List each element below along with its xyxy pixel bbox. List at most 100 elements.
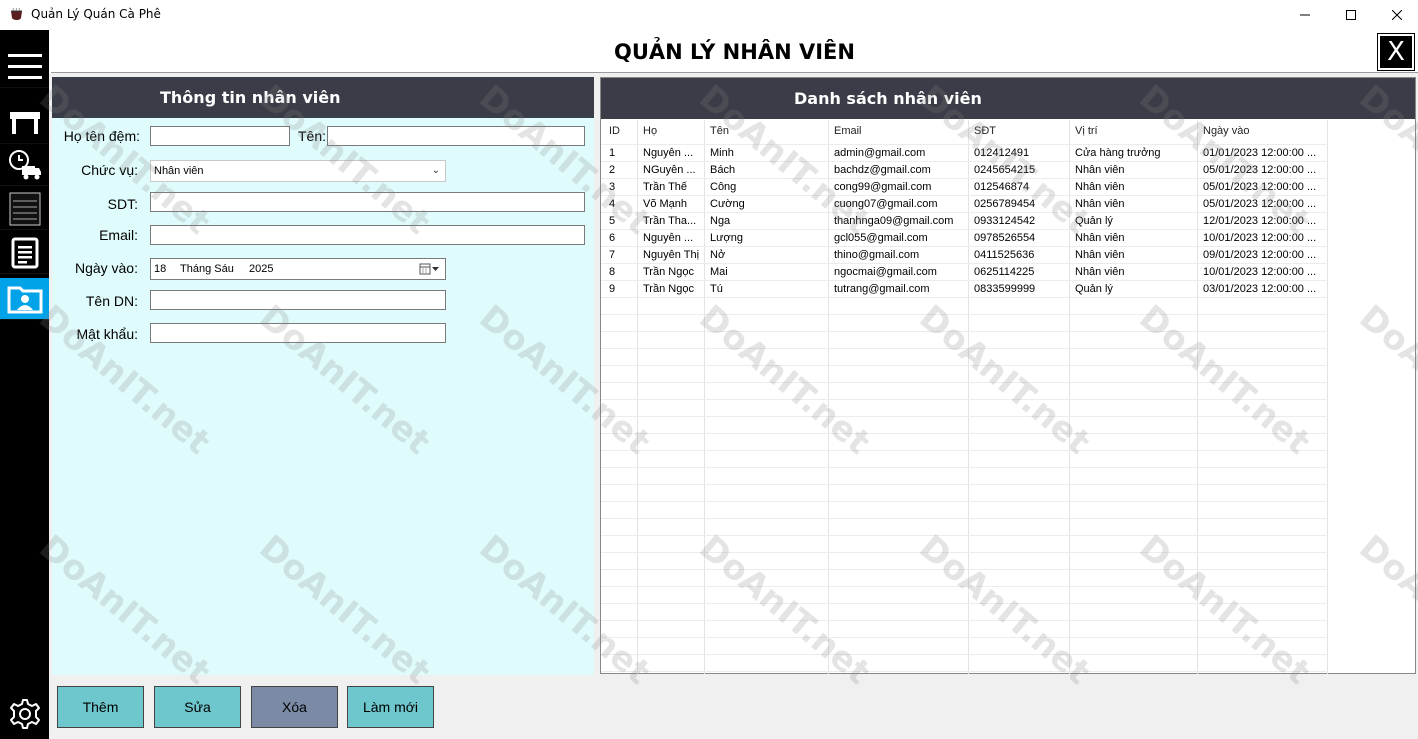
row-divider (601, 297, 1328, 298)
table-row[interactable]: 2 NGuyễn ... Bách bachdz@gmail.com 024565421… (601, 161, 1327, 178)
table-cell: Tú (710, 283, 723, 295)
table-cell: Trần Tha... (643, 215, 697, 227)
employee-table[interactable]: ID Họ Tên Email SĐT Vị trí Ngày vào 1 Nguyễn ...… (601, 120, 1415, 674)
row-divider (601, 535, 1328, 536)
minimize-button[interactable] (1282, 0, 1328, 30)
column-header[interactable]: ID (609, 125, 635, 137)
sidebar-item-delivery[interactable] (0, 144, 49, 186)
table-cell: Nhân viên (1075, 232, 1125, 244)
table-cell: tutrang@gmail.com (834, 283, 930, 295)
table-row[interactable]: 3 Trần Thế Công cong99@gmail.com 012546874 Nh… (601, 178, 1327, 195)
column-header[interactable]: Ngày vào (1203, 125, 1325, 137)
table-cell: 012546874 (974, 181, 1030, 193)
sidebar-settings-button[interactable] (0, 690, 49, 738)
label-sdt: SDT: (107, 196, 138, 212)
table-cell: 0978526554 (974, 232, 1036, 244)
column-header[interactable]: Vị trí (1075, 125, 1195, 137)
table-cell: thanhnga09@gmail.com (834, 215, 954, 227)
close-form-button[interactable]: X (1377, 33, 1415, 71)
sidebar-item-employees[interactable] (0, 278, 49, 320)
label-ten: Tên: (297, 128, 326, 144)
row-divider (601, 365, 1328, 366)
row-divider (601, 586, 1328, 587)
employee-list-title: Danh sách nhân viên (794, 89, 982, 108)
employee-list-header: Danh sách nhân viên (601, 78, 1415, 119)
table-cell: Minh (710, 147, 734, 159)
table-row[interactable]: 7 Nguyễn Thị Nở thino@gmail.com 0411525636 Nh… (601, 246, 1327, 263)
row-divider (601, 603, 1328, 604)
employee-info-header: Thông tin nhân viên (52, 77, 594, 118)
row-divider (601, 348, 1328, 349)
table-cell: Nga (710, 215, 731, 227)
table-cell: 8 (609, 266, 616, 278)
table-cell: Bách (710, 164, 736, 176)
table-cell: 05/01/2023 12:00:00 ... (1203, 164, 1317, 176)
table-row[interactable]: 4 Võ Mạnh Cường cuong07@gmail.com 0256789454… (601, 195, 1327, 212)
page-header: QUẢN LÝ NHÂN VIÊN X (51, 31, 1418, 73)
row-divider (601, 637, 1328, 638)
table-row[interactable]: 8 Trần Ngọc Mai ngocmai@gmail.com 0625114225… (601, 263, 1327, 280)
row-divider (601, 501, 1328, 502)
table-row[interactable]: 1 Nguyễn ... Minh admin@gmail.com 012412491 C… (601, 144, 1327, 161)
coffee-cup-icon (11, 7, 22, 20)
sidebar-item-invoice[interactable] (0, 188, 49, 230)
minimize-icon (1300, 14, 1310, 16)
ten-input[interactable] (327, 126, 585, 146)
table-cell: Nở (710, 249, 726, 261)
sidebar-item-report[interactable] (0, 232, 49, 274)
chuc-vu-select[interactable]: Nhân viên ⌄ (150, 160, 446, 182)
table-cell: Nguyễn ... (643, 232, 694, 244)
table-cell: 0256789454 (974, 198, 1036, 210)
ho-ten-dem-input[interactable] (150, 126, 290, 146)
ten-dn-input[interactable] (150, 290, 446, 310)
sdt-input[interactable] (150, 192, 585, 212)
table-cell: 03/01/2023 12:00:00 ... (1203, 283, 1317, 295)
table-cell: 09/01/2023 12:00:00 ... (1203, 249, 1317, 261)
table-cell: 05/01/2023 12:00:00 ... (1203, 181, 1317, 193)
edit-button[interactable]: Sửa (154, 686, 241, 728)
email-input[interactable] (150, 225, 585, 245)
label-email: Email: (99, 227, 138, 243)
table-cell: Nhân viên (1075, 198, 1125, 210)
row-divider (601, 654, 1328, 655)
table-cell: 0625114225 (974, 266, 1035, 278)
mat-khau-input[interactable] (150, 323, 446, 343)
sidebar-item-table[interactable] (0, 102, 49, 144)
table-cell: 7 (609, 249, 616, 261)
chevron-down-icon: ⌄ (431, 165, 440, 176)
table-row[interactable]: 9 Trần Ngọc Tú tutrang@gmail.com 0833599999 Q… (601, 280, 1327, 297)
table-cell: Lượng (710, 232, 743, 244)
column-header[interactable]: Họ (643, 125, 702, 137)
refresh-button[interactable]: Làm mới (347, 686, 434, 728)
column-header[interactable]: Tên (710, 125, 826, 137)
row-divider (601, 518, 1328, 519)
row-divider (601, 382, 1328, 383)
row-divider (601, 552, 1328, 553)
row-divider (601, 433, 1328, 434)
table-cell: 5 (609, 215, 616, 227)
table-cell: 0411525636 (974, 249, 1035, 261)
page-title: QUẢN LÝ NHÂN VIÊN (614, 40, 855, 64)
table-cell: 012412491 (974, 147, 1030, 159)
sidebar-menu-button[interactable] (0, 46, 49, 88)
table-cell: 9 (609, 283, 616, 295)
delete-button[interactable]: Xóa (251, 686, 338, 728)
table-row[interactable]: 5 Trần Tha... Nga thanhnga09@gmail.com 09331… (601, 212, 1327, 229)
maximize-button[interactable] (1328, 0, 1374, 30)
table-cell: Võ Mạnh (643, 198, 688, 210)
table-cell: ngocmai@gmail.com (834, 266, 937, 278)
ngay-vao-datepicker[interactable]: 18 Tháng Sáu 2025 (150, 258, 446, 280)
column-header[interactable]: Email (834, 125, 966, 137)
row-divider (601, 416, 1328, 417)
table-cell: Mai (710, 266, 728, 278)
table-cell: 10/01/2023 12:00:00 ... (1203, 232, 1317, 244)
table-cell: thino@gmail.com (834, 249, 920, 261)
window-close-button[interactable] (1374, 0, 1418, 30)
table-cell: 10/01/2023 12:00:00 ... (1203, 266, 1317, 278)
gear-icon (9, 699, 40, 729)
table-cell: Quản lý (1075, 283, 1113, 295)
table-cell: Trần Ngọc (643, 266, 694, 278)
add-button[interactable]: Thêm (57, 686, 144, 728)
table-row[interactable]: 6 Nguyễn ... Lượng gcl055@gmail.com 09785265… (601, 229, 1327, 246)
column-header[interactable]: SĐT (974, 125, 1067, 137)
